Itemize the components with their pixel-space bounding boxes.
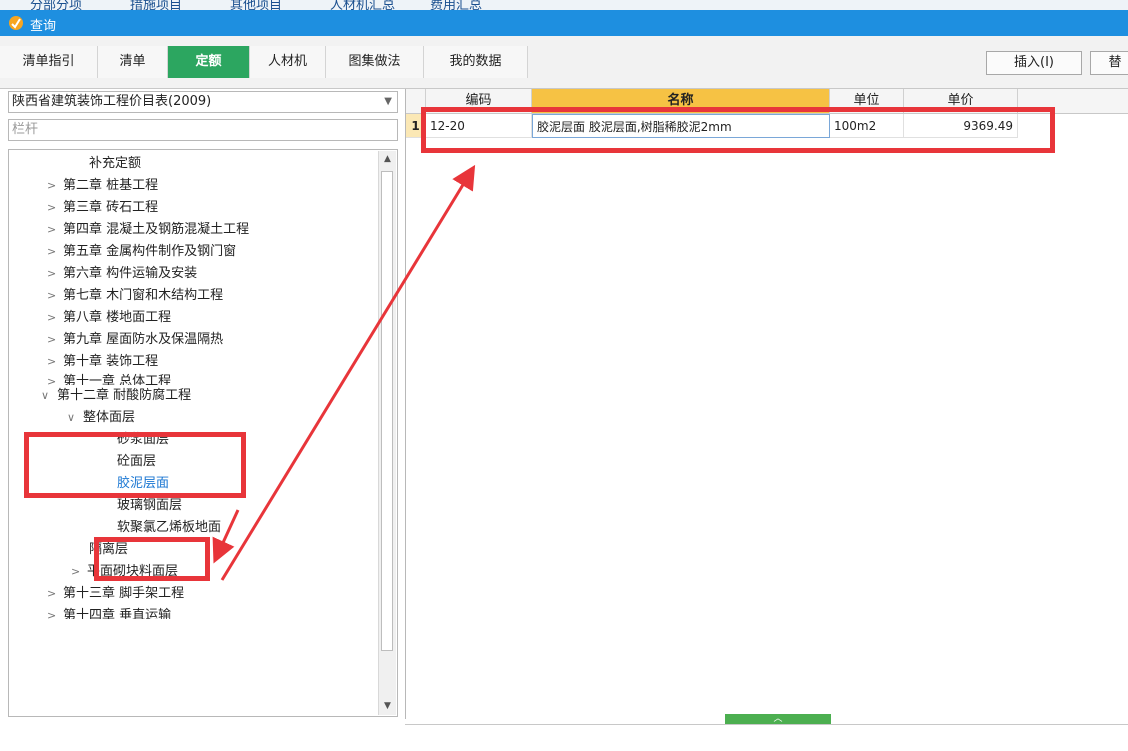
arrow-to-item xyxy=(212,509,240,564)
arrow-to-result xyxy=(220,164,476,581)
annotation-arrows xyxy=(212,164,476,581)
